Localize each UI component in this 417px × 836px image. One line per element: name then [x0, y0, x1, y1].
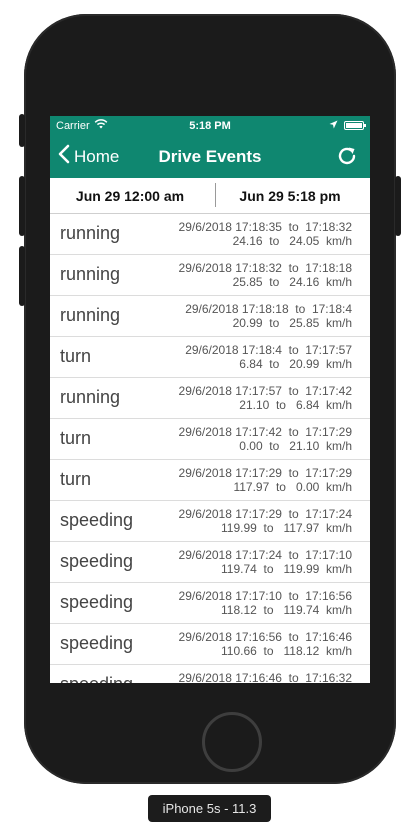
- event-type-label: running: [60, 305, 121, 325]
- volume-down-button: [19, 246, 25, 306]
- event-speed-range: 118.12 to 119.74 km/h: [221, 603, 352, 617]
- location-arrow-icon: [329, 120, 338, 132]
- event-detail: 29/6/2018 17:17:29 to 17:17:24 119.99 to …: [179, 507, 352, 535]
- event-detail: 29/6/2018 17:16:56 to 17:16:46 110.66 to …: [179, 630, 352, 658]
- event-detail: 29/6/2018 17:17:29 to 17:17:29 117.97 to …: [179, 466, 352, 494]
- status-time: 5:18 PM: [189, 119, 231, 132]
- end-date-button[interactable]: Jun 29 5:18 pm: [210, 178, 370, 213]
- event-detail: 29/6/2018 17:18:35 to 17:18:32 24.16 to 2…: [179, 220, 352, 248]
- back-button-label: Home: [74, 146, 120, 166]
- events-list[interactable]: running 29/6/2018 17:18:35 to 17:18:32 24.…: [50, 214, 370, 683]
- event-detail: 29/6/2018 17:17:42 to 17:17:29 0.00 to 21…: [179, 425, 352, 453]
- event-time-range: 29/6/2018 17:17:42 to 17:17:29: [178, 425, 352, 439]
- event-time-range: 29/6/2018 17:17:24 to 17:17:10: [178, 548, 352, 562]
- volume-up-button: [19, 176, 25, 236]
- event-type-label: speeding: [60, 633, 134, 653]
- refresh-icon: [336, 147, 358, 171]
- event-type-label: speeding: [60, 592, 134, 612]
- event-detail: 29/6/2018 17:17:24 to 17:17:10 119.74 to …: [179, 548, 352, 576]
- event-type-label: speeding: [60, 674, 133, 683]
- event-time-range: 29/6/2018 17:18:35 to 17:18:32: [178, 220, 352, 234]
- event-time-range: 29/6/2018 17:18:4 to 17:17:57: [185, 343, 352, 357]
- event-row[interactable]: speeding 29/6/2018 17:16:46 to 17:16:32: [50, 665, 370, 683]
- back-button[interactable]: Home: [58, 144, 119, 169]
- navigation-bar: Home Drive Events: [50, 135, 370, 178]
- home-button[interactable]: [202, 712, 262, 772]
- event-speed-range: 21.10 to 6.84 km/h: [239, 398, 352, 412]
- event-time-range: 29/6/2018 17:17:29 to 17:17:24: [178, 507, 352, 521]
- battery-icon: [344, 121, 366, 130]
- event-speed-range: 6.84 to 20.99 km/h: [239, 357, 352, 371]
- event-detail: 29/6/2018 17:18:18 to 17:18:4 20.99 to 25…: [185, 302, 352, 330]
- event-time-range: 29/6/2018 17:17:57 to 17:17:42: [178, 384, 352, 398]
- event-row[interactable]: turn 29/6/2018 17:17:29 to 17:17:29 117.97…: [50, 460, 370, 501]
- event-row[interactable]: speeding 29/6/2018 17:17:24 to 17:17:10 11…: [50, 542, 370, 583]
- date-range-bar: Jun 29 12:00 am Jun 29 5:18 pm: [50, 178, 370, 214]
- event-speed-range: 20.99 to 25.85 km/h: [232, 316, 352, 330]
- date-divider: [215, 183, 216, 207]
- event-time-range: 29/6/2018 17:18:32 to 17:18:18: [178, 261, 352, 275]
- event-speed-range: 119.74 to 119.99 km/h: [221, 562, 352, 576]
- event-detail: 29/6/2018 17:18:4 to 17:17:57 6.84 to 20.…: [185, 343, 352, 371]
- event-detail: 29/6/2018 17:17:57 to 17:17:42 21.10 to 6…: [179, 384, 352, 412]
- event-row[interactable]: running 29/6/2018 17:18:32 to 17:18:18 25.…: [50, 255, 370, 296]
- mute-switch: [19, 114, 25, 147]
- event-row[interactable]: speeding 29/6/2018 17:17:10 to 17:16:56 11…: [50, 583, 370, 624]
- event-detail: 29/6/2018 17:18:32 to 17:18:18 25.85 to 2…: [179, 261, 352, 289]
- event-type-label: speeding: [60, 551, 134, 571]
- event-type-label: turn: [60, 346, 92, 366]
- event-type-label: speeding: [60, 510, 134, 530]
- event-speed-range: 119.99 to 117.97 km/h: [221, 521, 352, 535]
- event-row[interactable]: speeding 29/6/2018 17:17:29 to 17:17:24 11…: [50, 501, 370, 542]
- event-time-range: 29/6/2018 17:17:10 to 17:16:56: [178, 589, 352, 603]
- event-type-label: turn: [60, 428, 92, 448]
- event-time-range: 29/6/2018 17:16:46 to 17:16:32: [178, 671, 352, 683]
- event-type-label: turn: [60, 469, 92, 489]
- event-row[interactable]: speeding 29/6/2018 17:16:56 to 17:16:46 11…: [50, 624, 370, 665]
- event-row[interactable]: turn 29/6/2018 17:18:4 to 17:17:57 6.84 to…: [50, 337, 370, 378]
- phone-screen: Carrier 5:18 PM Home Drive Events Jun 29…: [50, 116, 370, 683]
- event-detail: 29/6/2018 17:17:10 to 17:16:56 118.12 to …: [179, 589, 352, 617]
- event-type-label: running: [60, 264, 121, 284]
- status-right: [329, 120, 366, 132]
- event-type-label: running: [60, 223, 121, 243]
- event-type-label: running: [60, 387, 121, 407]
- chevron-left-icon: [58, 144, 70, 169]
- event-speed-range: 24.16 to 24.05 km/h: [232, 234, 352, 248]
- event-detail: 29/6/2018 17:16:46 to 17:16:32: [179, 671, 352, 683]
- event-speed-range: 0.00 to 21.10 km/h: [239, 439, 352, 453]
- event-speed-range: 110.66 to 118.12 km/h: [221, 644, 352, 658]
- event-time-range: 29/6/2018 17:18:18 to 17:18:4: [185, 302, 352, 316]
- event-row[interactable]: running 29/6/2018 17:18:35 to 17:18:32 24.…: [50, 214, 370, 255]
- refresh-button[interactable]: [336, 145, 358, 172]
- device-label: iPhone 5s - 11.3: [148, 795, 271, 822]
- event-speed-range: 117.97 to 0.00 km/h: [233, 480, 352, 494]
- power-button: [395, 176, 401, 236]
- event-row[interactable]: running 29/6/2018 17:18:18 to 17:18:4 20.9…: [50, 296, 370, 337]
- event-time-range: 29/6/2018 17:17:29 to 17:17:29: [178, 466, 352, 480]
- event-row[interactable]: running 29/6/2018 17:17:57 to 17:17:42 21.…: [50, 378, 370, 419]
- event-row[interactable]: turn 29/6/2018 17:17:42 to 17:17:29 0.00 t…: [50, 419, 370, 460]
- start-date-button[interactable]: Jun 29 12:00 am: [50, 178, 210, 213]
- event-speed-range: 25.85 to 24.16 km/h: [232, 275, 352, 289]
- event-time-range: 29/6/2018 17:16:56 to 17:16:46: [178, 630, 352, 644]
- status-bar: Carrier 5:18 PM: [50, 116, 370, 135]
